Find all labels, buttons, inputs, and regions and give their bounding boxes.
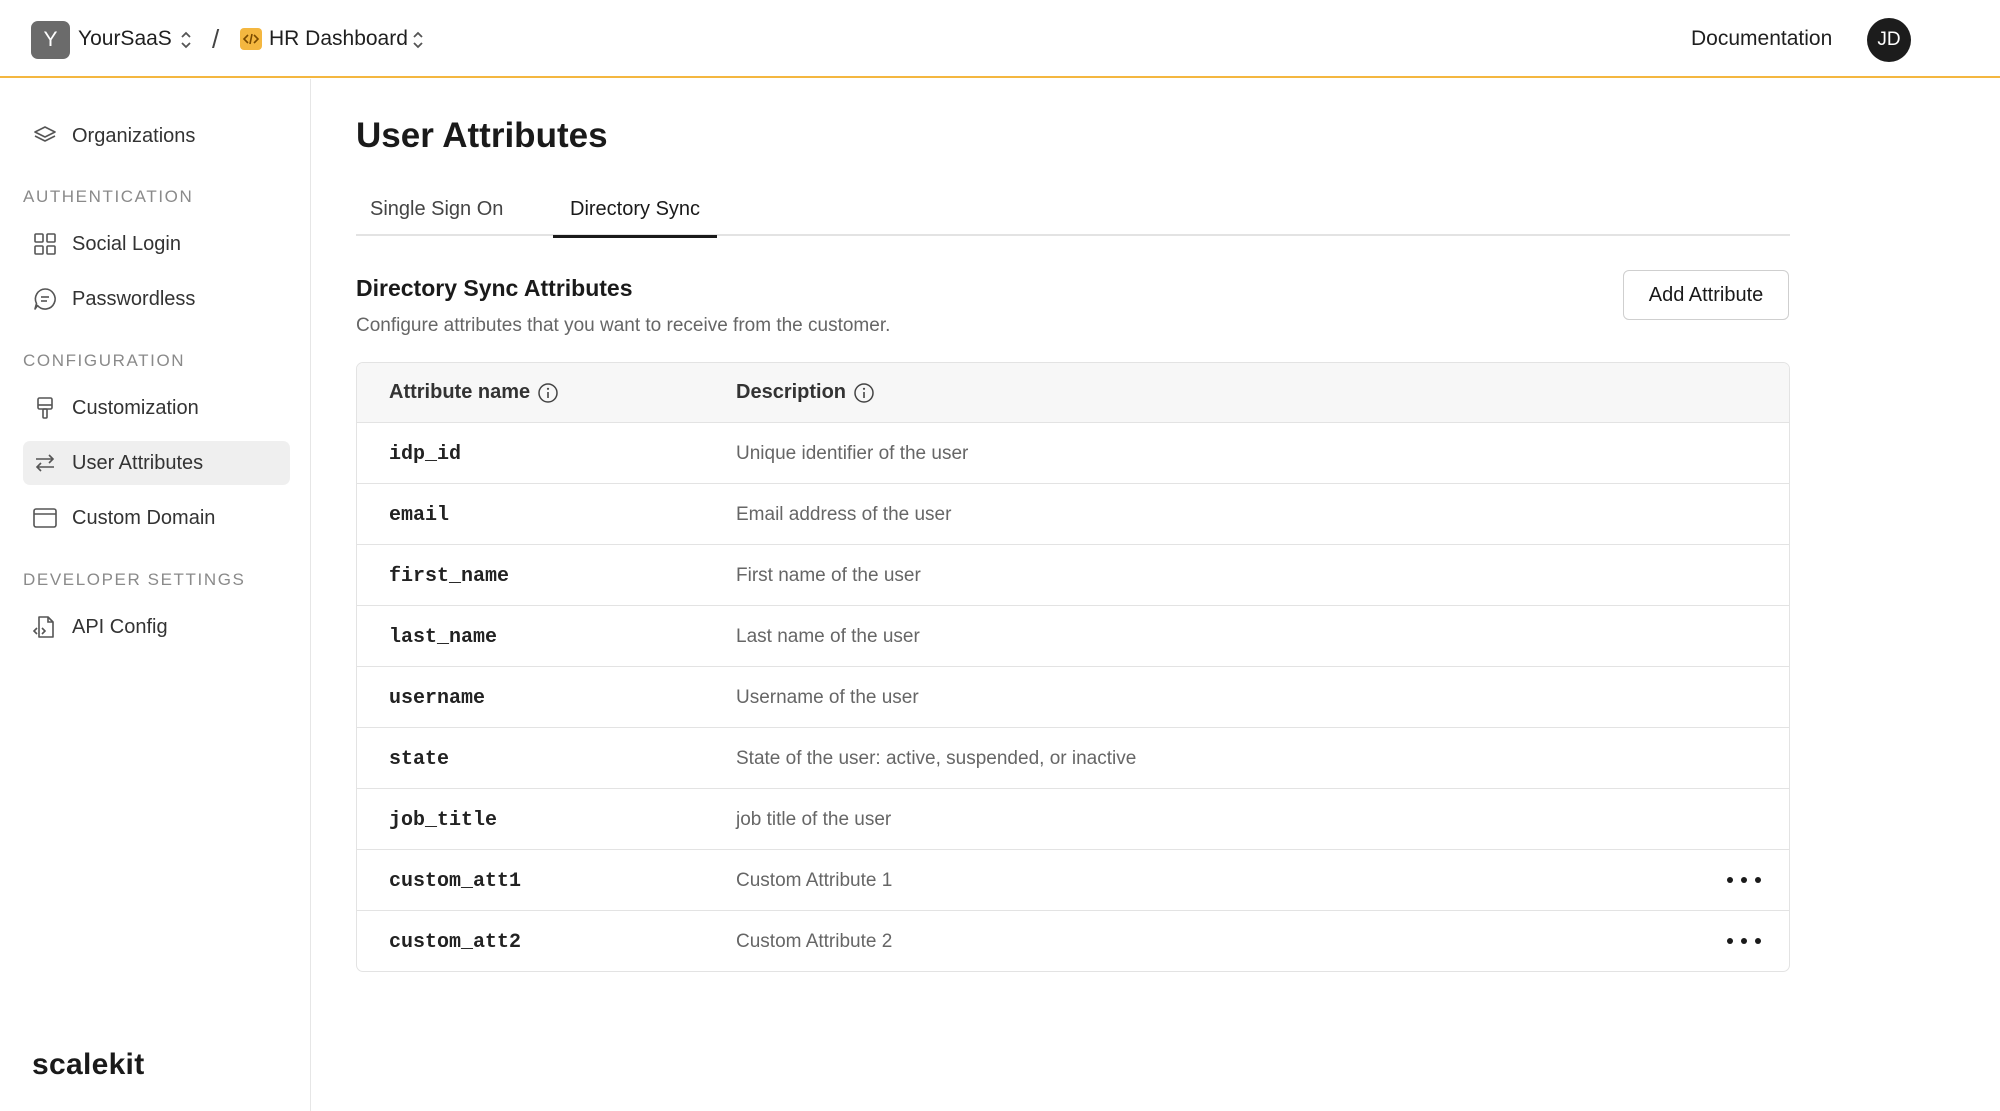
sidebar-item-label: Customization — [72, 396, 199, 419]
more-options-icon[interactable] — [1727, 930, 1761, 952]
org-switcher[interactable]: YourSaaS — [78, 27, 172, 51]
page-title: User Attributes — [356, 116, 608, 155]
more-options-icon[interactable] — [1727, 869, 1761, 891]
paintbrush-icon — [37, 397, 53, 419]
chevron-up-down-icon[interactable] — [179, 29, 193, 51]
attribute-name-cell: state — [389, 748, 450, 771]
section-label-developer-settings: DEVELOPER SETTINGS — [23, 570, 246, 589]
section-description: Configure attributes that you want to re… — [356, 315, 891, 336]
table-row: job_title job title of the user — [357, 789, 1789, 850]
tab-directory-sync[interactable]: Directory Sync — [553, 198, 718, 238]
attribute-description-cell: Username of the user — [736, 687, 919, 708]
sidebar-item-label: API Config — [72, 615, 168, 638]
documentation-link[interactable]: Documentation — [1691, 27, 1832, 51]
attribute-name-cell: custom_att2 — [389, 931, 522, 954]
attribute-description-cell: First name of the user — [736, 565, 921, 586]
message-icon — [34, 288, 56, 310]
user-avatar[interactable]: JD — [1867, 18, 1911, 62]
attributes-table: Attribute name Description idp_id Unique… — [356, 362, 1790, 972]
section-label-configuration: CONFIGURATION — [23, 351, 186, 370]
section-title: Directory Sync Attributes — [356, 275, 633, 301]
tab-single-sign-on[interactable]: Single Sign On — [370, 198, 503, 236]
attribute-description-cell: Custom Attribute 1 — [736, 870, 893, 891]
attribute-description-cell: State of the user: active, suspended, or… — [736, 748, 1137, 769]
table-row: idp_id Unique identifier of the user — [357, 423, 1789, 484]
arrows-swap-icon — [35, 454, 55, 472]
column-header-label: Attribute name — [389, 381, 531, 403]
attribute-name-cell: job_title — [389, 809, 498, 832]
table-header: Attribute name Description — [357, 363, 1789, 423]
tab-bar: Single Sign On Directory Sync — [356, 190, 1790, 238]
sidebar-item-label: Organizations — [72, 124, 196, 147]
top-bar: Y YourSaaS / HR Dashboard Documentation … — [0, 0, 2000, 78]
add-attribute-button[interactable]: Add Attribute — [1623, 270, 1789, 320]
sidebar-item-label: Custom Domain — [72, 506, 216, 529]
table-row: custom_att1 Custom Attribute 1 — [357, 850, 1789, 911]
code-icon — [240, 28, 262, 50]
table-row: state State of the user: active, suspend… — [357, 728, 1789, 789]
info-icon[interactable] — [537, 382, 559, 404]
info-icon[interactable] — [853, 382, 875, 404]
attribute-description-cell: job title of the user — [736, 809, 892, 830]
table-row: first_name First name of the user — [357, 545, 1789, 606]
attribute-name-cell: idp_id — [389, 443, 462, 466]
attribute-name-cell: email — [389, 504, 450, 527]
section-label-authentication: AUTHENTICATION — [23, 187, 194, 206]
breadcrumb-separator: / — [212, 24, 220, 54]
sidebar-item-custom-domain[interactable]: Custom Domain — [23, 496, 290, 540]
sidebar-item-customization[interactable]: Customization — [23, 386, 290, 430]
sidebar-item-label: Passwordless — [72, 287, 196, 310]
grid-icon — [34, 233, 56, 255]
org-avatar[interactable]: Y — [31, 21, 70, 59]
column-header-attribute-name: Attribute name — [389, 381, 559, 404]
sidebar-item-api-config[interactable]: API Config — [23, 605, 290, 649]
table-row: last_name Last name of the user — [357, 606, 1789, 667]
attribute-name-cell: custom_att1 — [389, 870, 522, 893]
sidebar-item-social-login[interactable]: Social Login — [23, 222, 290, 266]
table-row: email Email address of the user — [357, 484, 1789, 545]
project-switcher[interactable]: HR Dashboard — [269, 27, 408, 51]
attribute-description-cell: Custom Attribute 2 — [736, 931, 893, 952]
table-row: username Username of the user — [357, 667, 1789, 728]
attribute-description-cell: Unique identifier of the user — [736, 443, 969, 464]
attribute-description-cell: Email address of the user — [736, 504, 952, 525]
sidebar-item-label: User Attributes — [72, 451, 204, 474]
column-header-description: Description — [736, 381, 875, 404]
sidebar-item-label: Social Login — [72, 232, 181, 255]
attribute-name-cell: first_name — [389, 565, 510, 588]
sidebar: Organizations AUTHENTICATION Social Logi… — [0, 79, 311, 1111]
file-code-icon — [32, 616, 54, 638]
sidebar-item-user-attributes[interactable]: User Attributes — [23, 441, 290, 485]
layers-icon — [34, 126, 56, 142]
column-header-label: Description — [736, 381, 847, 403]
browser-window-icon — [33, 508, 57, 528]
attribute-name-cell: username — [389, 687, 486, 710]
table-row: custom_att2 Custom Attribute 2 — [357, 911, 1789, 971]
attribute-name-cell: last_name — [389, 626, 498, 649]
sidebar-item-passwordless[interactable]: Passwordless — [23, 277, 290, 321]
sidebar-item-organizations[interactable]: Organizations — [23, 114, 290, 158]
brand-logo: scalekit — [32, 1048, 145, 1081]
attribute-description-cell: Last name of the user — [736, 626, 920, 647]
chevron-up-down-icon[interactable] — [411, 29, 425, 51]
